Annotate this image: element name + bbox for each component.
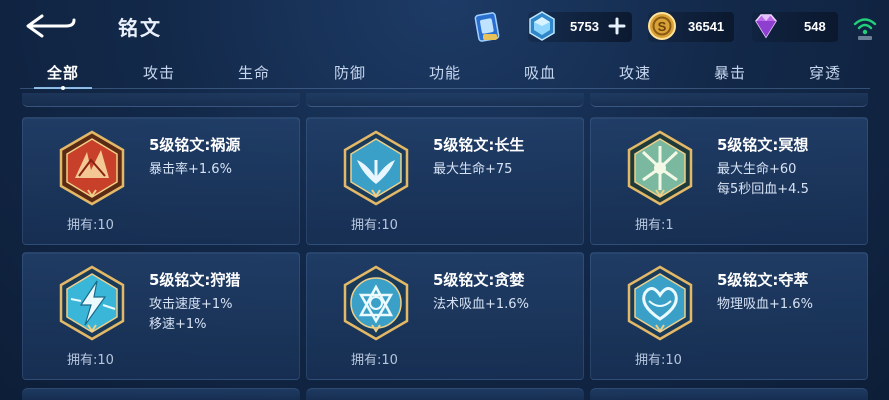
card-row-edge (22, 93, 300, 107)
inscription-card[interactable]: 5级铭文:狩猎 攻击速度+1% 移速+1% 拥有:10 (22, 252, 300, 380)
tab-attack[interactable]: 攻击 (124, 62, 194, 83)
top-bar: 铭文 5753 S 36541 548 (0, 0, 889, 56)
inscription-attribute: 移速+1% (149, 317, 207, 332)
red-inscription-badge-icon (59, 130, 125, 206)
blue-diamond-icon (529, 11, 555, 41)
inscription-card[interactable]: 5级铭文:冥想 最大生命+60 每5秒回血+4.5 拥有:1 (590, 117, 868, 245)
category-tabs: 全部 攻击 生命 防御 功能 吸血 攻速 暴击 穿透 (0, 60, 889, 90)
card-row-edge (306, 93, 584, 107)
owned-count: 拥有:10 (635, 353, 682, 368)
diamond-resource: 5753 (528, 11, 632, 42)
owned-count: 拥有:10 (351, 353, 398, 368)
blue-lightning-badge-icon (59, 265, 125, 341)
tab-attack-speed[interactable]: 攻速 (600, 62, 670, 83)
inscription-name: 5级铭文:贪婪 (433, 271, 525, 289)
inscription-attribute: 暴击率+1.6% (149, 162, 232, 177)
inscription-card[interactable]: 5级铭文:长生 最大生命+75 拥有:10 (306, 117, 584, 245)
blue-ticket-icon[interactable] (474, 12, 500, 44)
gold-coin-icon: S (648, 12, 676, 40)
inscription-name: 5级铭文:夺萃 (717, 271, 809, 289)
owned-count: 拥有:10 (67, 353, 114, 368)
blue-inscription-badge-icon (343, 130, 409, 206)
owned-count: 拥有:1 (635, 218, 674, 233)
card-row-edge (22, 388, 300, 400)
inscription-attribute: 物理吸血+1.6% (717, 297, 813, 312)
tab-all[interactable]: 全部 (28, 62, 98, 83)
inscription-name: 5级铭文:冥想 (717, 136, 809, 154)
card-row-edge (590, 93, 868, 107)
inscription-card[interactable]: 5级铭文:夺萃 物理吸血+1.6% 拥有:10 (590, 252, 868, 380)
gem-resource: 548 (752, 12, 838, 42)
wifi-signal-icon (853, 18, 877, 40)
blue-knot-badge-icon (343, 265, 409, 341)
green-inscription-badge-icon (627, 130, 693, 206)
inscription-attribute: 最大生命+60 (717, 162, 797, 177)
tab-function[interactable]: 功能 (410, 62, 480, 83)
inscription-name: 5级铭文:祸源 (149, 136, 241, 154)
inscription-card[interactable]: 5级铭文:祸源 暴击率+1.6% 拥有:10 (22, 117, 300, 245)
back-arrow-icon[interactable] (22, 12, 78, 40)
tab-divider (20, 88, 870, 89)
inscription-name: 5级铭文:狩猎 (149, 271, 241, 289)
purple-gem-icon (755, 14, 777, 39)
inscription-attribute: 攻击速度+1% (149, 297, 233, 312)
inscription-card[interactable]: 5级铭文:贪婪 法术吸血+1.6% 拥有:10 (306, 252, 584, 380)
inscription-name: 5级铭文:长生 (433, 136, 525, 154)
active-tab-indicator (34, 86, 92, 90)
owned-count: 拥有:10 (351, 218, 398, 233)
gem-count: 548 (804, 19, 826, 34)
coin-resource: S 36541 (648, 12, 734, 42)
inscription-attribute: 最大生命+75 (433, 162, 513, 177)
tab-critical[interactable]: 暴击 (695, 62, 765, 83)
inscription-attribute: 每5秒回血+4.5 (717, 182, 809, 197)
blue-heart-badge-icon (627, 265, 693, 341)
tab-penetration[interactable]: 穿透 (790, 62, 860, 83)
page-title: 铭文 (118, 16, 162, 40)
inscription-attribute: 法术吸血+1.6% (433, 297, 529, 312)
diamond-count: 5753 (570, 19, 599, 34)
tab-defense[interactable]: 防御 (315, 62, 385, 83)
card-row-edge (590, 388, 868, 400)
svg-text:S: S (658, 19, 667, 34)
owned-count: 拥有:10 (67, 218, 114, 233)
add-diamond-icon[interactable] (608, 17, 626, 35)
card-row-edge (306, 388, 584, 400)
tab-health[interactable]: 生命 (219, 62, 289, 83)
coin-count: 36541 (688, 19, 725, 34)
tab-lifesteal[interactable]: 吸血 (505, 62, 575, 83)
